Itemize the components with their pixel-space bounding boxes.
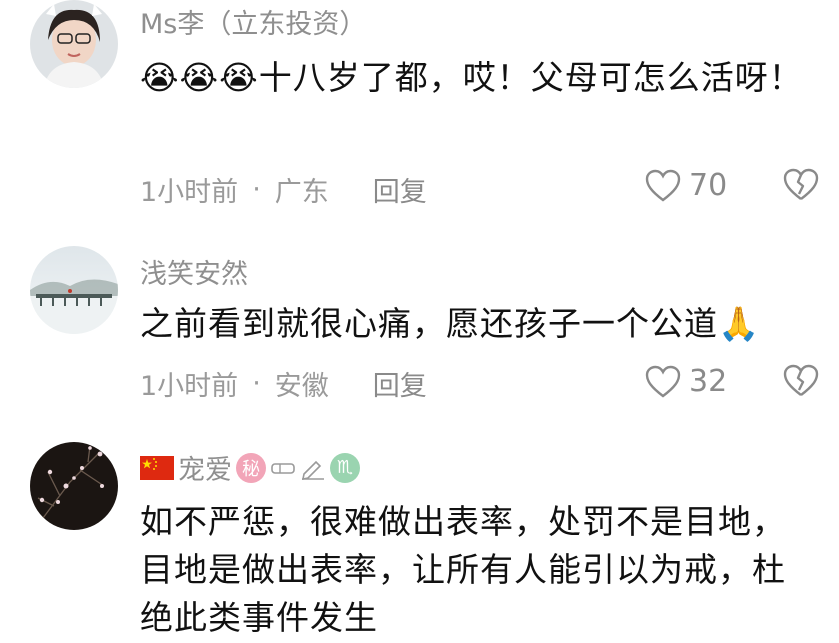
- comment-body: 之前看到就很心痛，愿还孩子一个公道: [140, 304, 718, 343]
- pencil-icon: [301, 460, 324, 480]
- eraser-icon: [271, 462, 295, 474]
- comment-location: 广东: [274, 177, 329, 208]
- comment-meta: 1小时前 · 广东 回复: [140, 170, 427, 209]
- comment-time: 1小时前: [140, 371, 239, 402]
- dislike-button[interactable]: [783, 364, 819, 402]
- dislike-button[interactable]: [783, 168, 819, 206]
- meta-separator: ·: [252, 368, 261, 399]
- reply-button[interactable]: 回复: [373, 364, 427, 403]
- like-button[interactable]: 32: [645, 364, 727, 399]
- broken-heart-icon: [783, 364, 819, 396]
- commenter-name[interactable]: 宠爱: [178, 448, 232, 487]
- comment-text: 之前看到就很心痛，愿还孩子一个公道🙏: [140, 300, 810, 348]
- commenter-name[interactable]: 浅笑安然: [140, 252, 248, 291]
- heart-outline-icon: [645, 365, 681, 398]
- avatar-chongai[interactable]: [30, 442, 118, 530]
- reply-button[interactable]: 回复: [373, 170, 427, 209]
- praying-hands-emoji: 🙏: [718, 304, 761, 343]
- comment-meta: 1小时前 · 安徽 回复: [140, 364, 427, 403]
- like-button[interactable]: 70: [645, 168, 727, 203]
- secret-badge: 秘: [236, 452, 266, 483]
- commenter-name-row: 宠爱 秘 ♏: [140, 448, 360, 487]
- meta-separator: ·: [252, 174, 261, 205]
- commenter-name[interactable]: Ms李（立东投资）: [140, 2, 366, 41]
- like-count: 70: [689, 168, 728, 203]
- avatar-qianxiao[interactable]: [30, 246, 118, 334]
- comment-body: 十八岁了都，哎！父母可怎么活呀！: [258, 58, 803, 97]
- crying-emoji: 😭😭😭: [140, 58, 259, 97]
- avatar-ms-li[interactable]: [30, 0, 118, 88]
- comment-time: 1小时前: [140, 177, 239, 208]
- scorpio-badge: ♏: [330, 452, 360, 483]
- comment-text: 😭😭😭十八岁了都，哎！父母可怎么活呀！: [140, 54, 810, 102]
- comment-location: 安徽: [274, 371, 329, 402]
- china-flag-icon: [140, 455, 174, 480]
- like-count: 32: [689, 364, 728, 399]
- broken-heart-icon: [783, 168, 819, 200]
- comment-text: 如不严惩，很难做出表率，处罚不是目地，目地是做出表率，让所有人能引以为戒，杜绝此…: [140, 502, 786, 637]
- heart-outline-icon: [645, 169, 681, 202]
